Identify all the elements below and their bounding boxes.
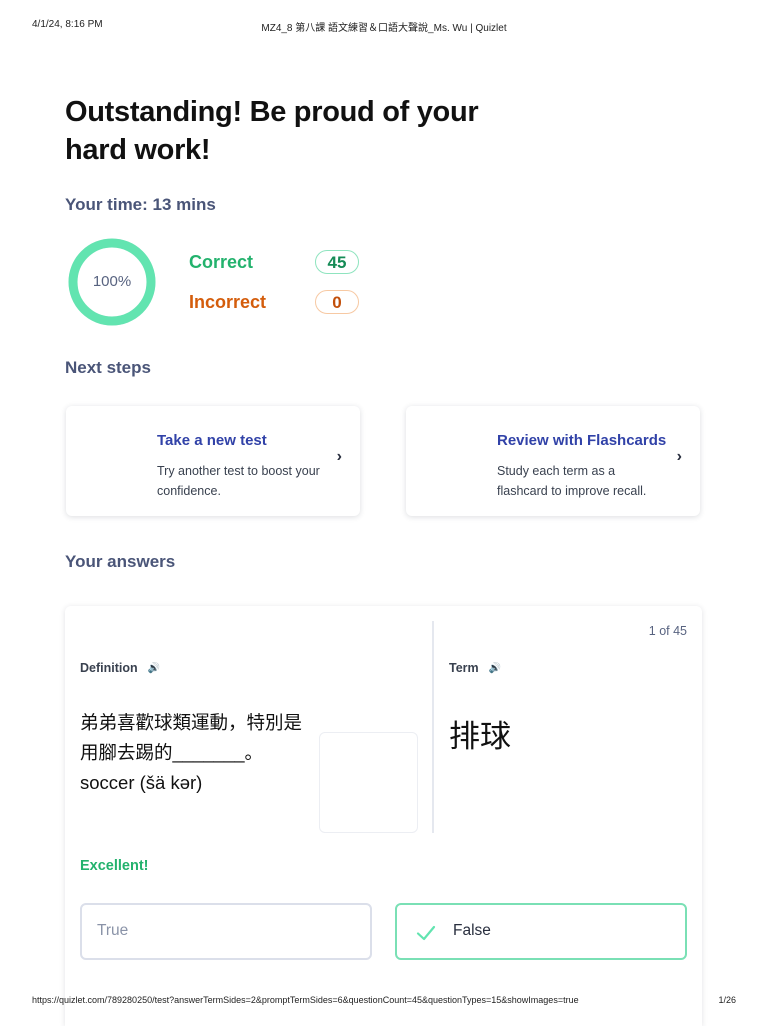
option-true-label: True: [97, 922, 129, 939]
definition-header: Definition 🔊: [80, 661, 160, 675]
definition-label: Definition: [80, 661, 138, 675]
print-url: https://quizlet.com/789280250/test?answe…: [32, 995, 579, 1005]
time-taken: Your time: 13 mins: [65, 195, 216, 214]
term-text: 排球: [449, 719, 511, 754]
definition-image-placeholder: [319, 732, 418, 833]
correct-label: Correct: [189, 252, 254, 272]
score-percent: 100%: [92, 273, 132, 290]
definition-text: 弟弟喜歡球類運動，特別是 用腳去踢的_______。 soccer (šä kə…: [80, 712, 303, 793]
take-new-test-title: Take a new test: [157, 432, 267, 449]
next-steps-heading: Next steps: [65, 358, 151, 377]
question-counter: 1 of 45: [648, 624, 687, 638]
speaker-icon[interactable]: 🔊: [148, 663, 160, 674]
chevron-right-icon: ›: [676, 448, 682, 465]
take-new-test-card[interactable]: Take a new test Try another test to boos…: [66, 406, 360, 516]
term-label: Term: [449, 661, 479, 675]
column-divider: [432, 621, 434, 833]
print-title: MZ4_8 第八課 語文練習＆口語大聲說_Ms. Wu | Quizlet: [261, 23, 507, 34]
incorrect-label: Incorrect: [189, 292, 267, 312]
feedback-message: Excellent!: [80, 858, 149, 874]
result-headline: Outstanding! Be proud of your hard work!: [65, 96, 479, 166]
check-icon: [416, 925, 436, 941]
option-false[interactable]: False: [395, 903, 687, 960]
speaker-icon[interactable]: 🔊: [489, 663, 501, 674]
incorrect-count-badge: 0: [315, 290, 359, 314]
option-true[interactable]: True: [80, 903, 372, 960]
review-flashcards-card[interactable]: Review with Flashcards Study each term a…: [406, 406, 700, 516]
review-flashcards-description: Study each term as a flashcard to improv…: [497, 464, 647, 498]
your-answers-heading: Your answers: [65, 552, 176, 571]
chevron-right-icon: ›: [336, 448, 342, 465]
take-new-test-description: Try another test to boost your confidenc…: [157, 464, 320, 498]
term-header: Term 🔊: [449, 661, 501, 675]
answer-card: 1 of 45 Definition 🔊 弟弟喜歡球類運動，特別是 用腳去踢的__…: [65, 606, 702, 1026]
correct-count-badge: 45: [315, 250, 359, 274]
option-false-label: False: [453, 922, 491, 939]
review-flashcards-title: Review with Flashcards: [497, 432, 667, 449]
print-page-number: 1/26: [718, 995, 736, 1005]
